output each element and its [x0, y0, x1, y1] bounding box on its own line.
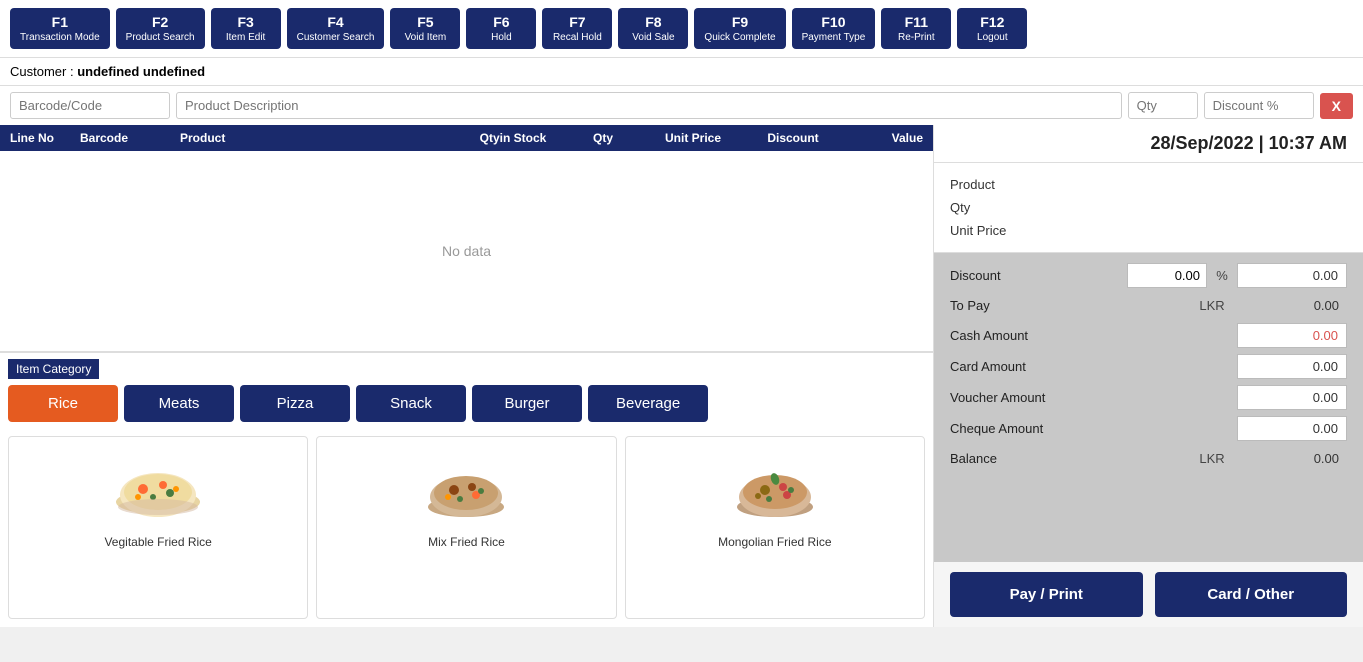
fkey-bar: F1Transaction ModeF2Product SearchF3Item… — [0, 0, 1363, 57]
category-btn-rice[interactable]: Rice — [8, 385, 118, 422]
pay-print-button[interactable]: Pay / Print — [950, 572, 1143, 617]
product-card-fried-rice-veg[interactable]: Vegitable Fried Rice — [8, 436, 308, 620]
discount-label: Discount — [950, 268, 1127, 283]
col-barcode: Barcode — [80, 131, 180, 145]
datetime-bar: 28/Sep/2022 | 10:37 AM — [934, 125, 1363, 163]
fkey-f5[interactable]: F5Void Item — [390, 8, 460, 49]
topay-currency: LKR — [1187, 298, 1237, 313]
order-product-row: Product — [950, 173, 1347, 196]
cash-input[interactable] — [1237, 323, 1347, 348]
balance-value: 0.00 — [1237, 447, 1347, 470]
product-label: Product — [950, 177, 1050, 192]
card-row: Card Amount — [950, 354, 1347, 379]
unitprice-label: Unit Price — [950, 223, 1050, 238]
fkey-f4[interactable]: F4Customer Search — [287, 8, 385, 49]
fkey-f11[interactable]: F11Re-Print — [881, 8, 951, 49]
table-body: No data — [0, 151, 933, 352]
fkey-f8[interactable]: F8Void Sale — [618, 8, 688, 49]
col-discount: Discount — [743, 131, 843, 145]
fkey-f2[interactable]: F2Product Search — [116, 8, 205, 49]
topay-row: To Pay LKR 0.00 — [950, 294, 1347, 317]
payment-section: Discount % To Pay LKR 0.00 Cash Amount — [934, 253, 1363, 562]
discount-value-input[interactable] — [1127, 263, 1207, 288]
col-value: Value — [843, 131, 923, 145]
fkey-f9[interactable]: F9Quick Complete — [694, 8, 785, 49]
main-layout: Line No Barcode Product Qtyin Stock Qty … — [0, 125, 1363, 627]
product-image-fried-rice-veg — [108, 447, 208, 527]
product-card-fried-rice-mongolian[interactable]: Mongolian Fried Rice — [625, 436, 925, 620]
balance-label: Balance — [950, 451, 1187, 466]
product-grid: Vegitable Fried Rice Mix Fried Rice Mong… — [0, 428, 933, 628]
no-data-text: No data — [442, 243, 491, 259]
fkey-f1[interactable]: F1Transaction Mode — [10, 8, 110, 49]
customer-name: undefined undefined — [77, 64, 205, 79]
category-btn-meats[interactable]: Meats — [124, 385, 234, 422]
product-name-fried-rice-veg: Vegitable Fried Rice — [104, 535, 211, 549]
order-info: Product Qty Unit Price — [934, 163, 1363, 253]
col-unitprice: Unit Price — [643, 131, 743, 145]
category-btn-burger[interactable]: Burger — [472, 385, 582, 422]
left-panel: Line No Barcode Product Qtyin Stock Qty … — [0, 125, 933, 627]
card-other-button[interactable]: Card / Other — [1155, 572, 1348, 617]
cheque-row: Cheque Amount — [950, 416, 1347, 441]
category-btn-beverage[interactable]: Beverage — [588, 385, 708, 422]
datetime-text: 28/Sep/2022 | 10:37 AM — [1151, 133, 1347, 153]
category-btn-pizza[interactable]: Pizza — [240, 385, 350, 422]
voucher-label: Voucher Amount — [950, 390, 1237, 405]
col-qty: Qty — [563, 131, 643, 145]
fkey-f3[interactable]: F3Item Edit — [211, 8, 281, 49]
fkey-f6[interactable]: F6Hold — [466, 8, 536, 49]
order-qty-row: Qty — [950, 196, 1347, 219]
cash-row: Cash Amount — [950, 323, 1347, 348]
category-buttons: RiceMeatsPizzaSnackBurgerBeverage — [8, 385, 925, 422]
col-qtystock: Qtyin Stock — [463, 131, 563, 145]
fkey-f10[interactable]: F10Payment Type — [792, 8, 876, 49]
category-section: Item Category RiceMeatsPizzaSnackBurgerB… — [0, 352, 933, 428]
topay-label: To Pay — [950, 298, 1187, 313]
right-panel: 28/Sep/2022 | 10:37 AM Product Qty Unit … — [933, 125, 1363, 627]
col-product: Product — [180, 131, 463, 145]
fkey-f7[interactable]: F7Recal Hold — [542, 8, 612, 49]
category-btn-snack[interactable]: Snack — [356, 385, 466, 422]
search-bar: X — [0, 85, 1363, 125]
cheque-label: Cheque Amount — [950, 421, 1237, 436]
product-name-fried-rice-mongolian: Mongolian Fried Rice — [718, 535, 831, 549]
product-card-fried-rice-mix[interactable]: Mix Fried Rice — [316, 436, 616, 620]
voucher-row: Voucher Amount — [950, 385, 1347, 410]
fkey-f12[interactable]: F12Logout — [957, 8, 1027, 49]
balance-row: Balance LKR 0.00 — [950, 447, 1347, 470]
customer-label: Customer : — [10, 64, 74, 79]
discount-pct-label: % — [1207, 268, 1237, 283]
qty-label: Qty — [950, 200, 1050, 215]
product-image-fried-rice-mix — [416, 447, 516, 527]
table-header: Line No Barcode Product Qtyin Stock Qty … — [0, 125, 933, 151]
product-name-fried-rice-mix: Mix Fried Rice — [428, 535, 505, 549]
discount-input[interactable] — [1204, 92, 1314, 119]
customer-bar: Customer : undefined undefined — [0, 57, 1363, 85]
order-unitprice-row: Unit Price — [950, 219, 1347, 242]
barcode-input[interactable] — [10, 92, 170, 119]
clear-button[interactable]: X — [1320, 93, 1353, 119]
cash-label: Cash Amount — [950, 328, 1237, 343]
voucher-input[interactable] — [1237, 385, 1347, 410]
category-section-label: Item Category — [8, 359, 99, 379]
discount-pct-input[interactable] — [1237, 263, 1347, 288]
qty-input[interactable] — [1128, 92, 1198, 119]
balance-currency: LKR — [1187, 451, 1237, 466]
card-label: Card Amount — [950, 359, 1237, 374]
action-buttons: Pay / Print Card / Other — [934, 562, 1363, 627]
desc-input[interactable] — [176, 92, 1122, 119]
product-image-fried-rice-mongolian — [725, 447, 825, 527]
cheque-input[interactable] — [1237, 416, 1347, 441]
product-grid-wrapper: Vegitable Fried Rice Mix Fried Rice Mong… — [0, 428, 933, 628]
topay-value: 0.00 — [1237, 294, 1347, 317]
card-input[interactable] — [1237, 354, 1347, 379]
col-lineno: Line No — [10, 131, 80, 145]
discount-row: Discount % — [950, 263, 1347, 288]
